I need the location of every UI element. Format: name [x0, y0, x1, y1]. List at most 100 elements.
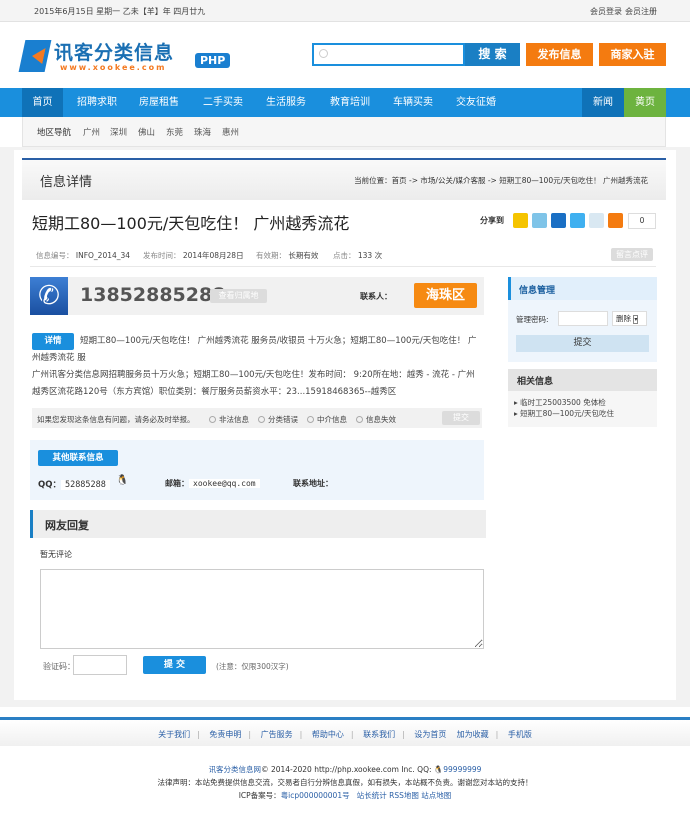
renren-share-icon[interactable]	[551, 213, 566, 228]
phone-lookup-button[interactable]: 查看归属地	[210, 289, 267, 303]
sitemap-link[interactable]: 站点地图	[421, 791, 451, 800]
radio[interactable]	[258, 416, 265, 423]
related-item[interactable]: ▸ 短期工80—100元/天包吃住	[514, 408, 614, 419]
radio[interactable]	[356, 416, 363, 423]
nav-yellowpages[interactable]: 黄页	[624, 88, 666, 117]
detail-body: 广州讯客分类信息网招聘服务员十万火急；短期工80—100元/天包吃住！发布时间：…	[32, 370, 475, 397]
tencent-share-icon[interactable]	[570, 213, 585, 228]
reply-note: (注意：仅限300汉字)	[216, 662, 289, 671]
district-badge: 海珠区	[414, 283, 477, 308]
related-title: 相关信息	[517, 377, 554, 387]
action-value: 删除	[616, 314, 631, 323]
manage-submit-button[interactable]: 提交	[516, 335, 649, 352]
captcha-label: 验证码：	[43, 662, 75, 671]
nav-vehicles[interactable]: 车辆买卖	[384, 88, 442, 117]
related-item[interactable]: ▸ 临时工25003500 免体检	[514, 397, 614, 408]
no-comments-text: 暂无评论	[40, 550, 72, 559]
report-option[interactable]: 分类错误	[258, 414, 298, 425]
radio[interactable]	[307, 416, 314, 423]
nav-services[interactable]: 生活服务	[257, 88, 315, 117]
region-link[interactable]: 珠海	[194, 126, 211, 138]
footer-link[interactable]: 手机版	[508, 730, 532, 739]
region-link[interactable]: 广州	[83, 126, 100, 138]
netease-share-icon[interactable]	[589, 213, 604, 228]
top-bar: 2015年6月15日 星期一 乙未【羊】年 四月廿九 会员登录 会员注册	[0, 0, 690, 22]
password-input[interactable]	[558, 311, 608, 326]
report-option-label: 信息失效	[366, 415, 396, 424]
comment-textarea[interactable]	[40, 569, 484, 649]
stats-link[interactable]: 站长统计	[357, 791, 387, 800]
more-share-icon[interactable]	[608, 213, 623, 228]
related-link[interactable]: 临时工25003500 免体检	[520, 398, 606, 407]
search-input[interactable]	[312, 43, 465, 66]
chevron-down-icon: ▾	[633, 315, 639, 324]
related-link[interactable]: 短期工80—100元/天包吃住	[520, 409, 614, 418]
footer-link[interactable]: 加为收藏	[457, 730, 489, 739]
footer-link[interactable]: 联系我们	[363, 730, 395, 739]
report-submit-button[interactable]: 提交	[442, 411, 480, 425]
captcha-input[interactable]	[73, 655, 127, 675]
contact-label: 联系人：	[360, 292, 392, 301]
search-icon	[319, 49, 328, 58]
nav-secondhand[interactable]: 二手买卖	[194, 88, 252, 117]
search-button[interactable]: 搜 索	[465, 43, 520, 66]
phone-icon: ✆	[30, 277, 68, 315]
logo-name: 讯客分类信息	[54, 42, 175, 64]
register-link[interactable]: 会员注册	[625, 6, 657, 17]
report-option[interactable]: 信息失效	[356, 414, 396, 425]
related-list: ▸ 临时工25003500 免体检 ▸ 短期工80—100元/天包吃住	[514, 397, 614, 419]
footer-link[interactable]: 免责申明	[209, 730, 241, 739]
action-select[interactable]: 删除 ▾	[612, 311, 647, 326]
reply-submit-button[interactable]: 提 交	[143, 656, 206, 674]
footer-link[interactable]: 广告服务	[261, 730, 293, 739]
nav-news[interactable]: 新闻	[582, 88, 624, 117]
password-label: 管理密码:	[516, 315, 549, 324]
copyright-text: © 2014-2020 http://php.xookee.com Inc. Q…	[261, 765, 432, 774]
report-option[interactable]: 非法信息	[209, 414, 249, 425]
logo-url: www.xookee.com	[60, 63, 167, 72]
report-option[interactable]: 中介信息	[307, 414, 347, 425]
nav-education[interactable]: 教育培训	[321, 88, 379, 117]
publish-time: 2014年08月28日	[182, 251, 244, 260]
detail-tag: 详情	[32, 333, 74, 350]
click-count: 133 次	[357, 251, 383, 260]
publish-button[interactable]: 发布信息	[526, 43, 593, 66]
manage-title: 信息管理	[519, 286, 556, 296]
region-link[interactable]: 佛山	[138, 126, 155, 138]
footer-site-link[interactable]: 讯客分类信息网	[209, 765, 262, 774]
related-header: 相关信息	[508, 369, 657, 391]
login-link[interactable]: 会员登录	[590, 6, 622, 17]
icp-label: ICP备案号：	[238, 791, 281, 800]
weibo-share-icon[interactable]	[532, 213, 547, 228]
nav-jobs[interactable]: 招聘求职	[68, 88, 126, 117]
footer-link[interactable]: 帮助中心	[312, 730, 344, 739]
nav-home[interactable]: 首页	[22, 88, 63, 117]
phone-number: 13852885288	[80, 284, 226, 306]
footer-icp: ICP备案号：粤icp000000001号 站长统计 RSS地图 站点地图	[0, 790, 690, 801]
comment-button[interactable]: 留言点评	[611, 248, 653, 261]
footer-qq[interactable]: 99999999	[443, 765, 481, 774]
nav-housing[interactable]: 房屋租售	[130, 88, 188, 117]
detail-header: 信息详情 当前位置：首页 -> 市场/公关/媒介客服 -> 短期工80—100元…	[22, 160, 666, 200]
rss-link[interactable]: RSS地图	[389, 791, 419, 800]
footer-link[interactable]: 设为首页	[414, 730, 446, 739]
icp-link[interactable]: 粤icp000000001号	[281, 791, 350, 800]
footer-link[interactable]: 关于我们	[158, 730, 190, 739]
region-label: 地区导航	[37, 128, 72, 138]
region-link[interactable]: 惠州	[222, 126, 239, 138]
qq-icon[interactable]: 🐧	[116, 475, 128, 486]
validity: 长期有效	[288, 251, 319, 260]
radio[interactable]	[209, 416, 216, 423]
manage-header: 信息管理	[508, 277, 657, 300]
qzone-share-icon[interactable]	[513, 213, 528, 228]
merchant-button[interactable]: 商家入驻	[599, 43, 666, 66]
divider	[30, 266, 656, 267]
logo[interactable]: 讯客分类信息 www.xookee.com PHP	[18, 40, 231, 74]
logo-k-icon	[18, 40, 52, 72]
qq-label: QQ：	[38, 480, 61, 490]
nav-dating[interactable]: 交友征婚	[447, 88, 505, 117]
region-link[interactable]: 深圳	[110, 126, 127, 138]
footer-links: 关于我们 | 免责申明 | 广告服务 | 帮助中心 | 联系我们 | 设为首页 加为收藏 |…	[158, 730, 532, 739]
region-link[interactable]: 东莞	[166, 126, 183, 138]
info-id: INFO_2014_34	[75, 251, 131, 260]
